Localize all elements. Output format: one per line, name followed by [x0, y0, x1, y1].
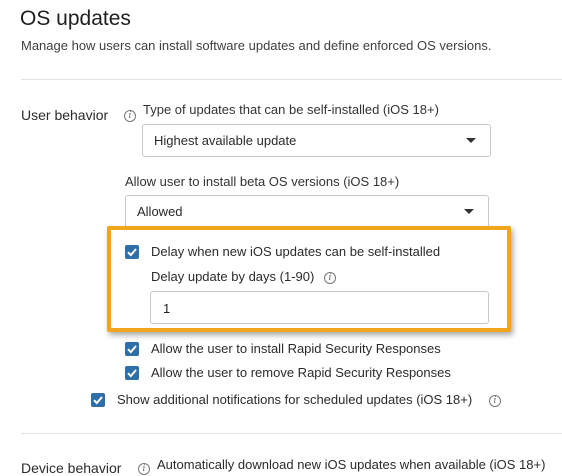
beta-label: Allow user to install beta OS versions (…	[125, 174, 400, 189]
user-behavior-label: User behavior	[21, 107, 109, 123]
rsr-remove-checkbox[interactable]	[125, 366, 139, 380]
page-title: OS updates	[20, 7, 131, 30]
info-icon[interactable]: i	[489, 395, 501, 407]
delay-days-value: 1	[163, 301, 171, 316]
auto-download-label: Automatically download new iOS updates w…	[157, 457, 546, 472]
page-description: Manage how users can install software up…	[21, 38, 492, 53]
delay-checkbox-label: Delay when new iOS updates can be self-i…	[151, 244, 441, 259]
beta-value: Allowed	[137, 204, 183, 219]
update-type-value: Highest available update	[154, 133, 297, 148]
update-type-label: Type of updates that can be self-install…	[143, 102, 439, 117]
info-icon[interactable]: i	[138, 463, 150, 475]
divider	[21, 79, 562, 80]
chevron-down-icon	[464, 209, 474, 214]
rsr-install-checkbox[interactable]	[125, 342, 139, 356]
chevron-down-icon	[466, 138, 476, 143]
notifications-label: Show additional notifications for schedu…	[117, 392, 473, 407]
info-icon[interactable]: i	[324, 272, 336, 284]
device-behavior-label: Device behavior	[21, 460, 122, 476]
check-icon	[127, 345, 137, 354]
update-type-select[interactable]: Highest available update	[142, 124, 491, 157]
check-icon	[127, 369, 137, 378]
rsr-install-label: Allow the user to install Rapid Security…	[151, 341, 441, 356]
info-icon[interactable]: i	[124, 110, 136, 122]
check-icon	[93, 396, 103, 405]
notifications-checkbox[interactable]	[91, 393, 105, 407]
divider	[21, 433, 562, 434]
beta-select[interactable]: Allowed	[125, 195, 489, 228]
delay-checkbox[interactable]	[125, 245, 139, 259]
delay-days-label: Delay update by days (1-90)	[151, 269, 315, 284]
check-icon	[127, 248, 137, 257]
rsr-remove-label: Allow the user to remove Rapid Security …	[151, 365, 451, 380]
delay-days-input[interactable]: 1	[150, 291, 489, 324]
